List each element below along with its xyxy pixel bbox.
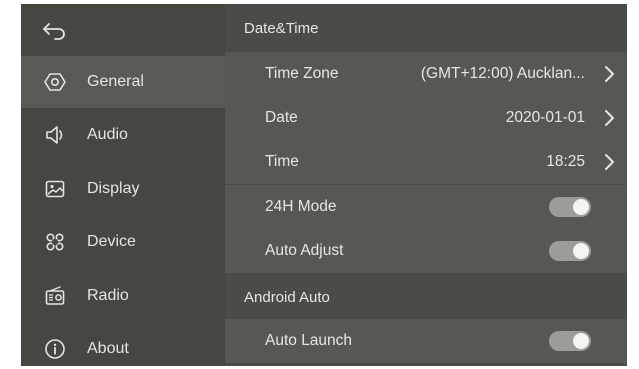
sidebar-item-general[interactable]: General — [21, 56, 225, 108]
time-zone-value: (GMT+12:00) Aucklan... — [420, 65, 585, 82]
toggle-knob — [573, 199, 589, 215]
row-label: Time Zone — [265, 65, 339, 82]
sidebar: General Audio Display Device Radio About — [21, 4, 225, 366]
info-icon — [43, 337, 67, 361]
sidebar-item-about[interactable]: About — [21, 323, 225, 366]
24h-mode-row: 24H Mode — [225, 185, 627, 229]
command-key-icon — [43, 230, 67, 254]
toggle-knob — [573, 333, 589, 349]
auto-adjust-row: Auto Adjust — [225, 229, 627, 273]
picture-icon — [43, 177, 67, 201]
date-row[interactable]: Date 2020-01-01 — [225, 96, 627, 140]
section-title: Date&Time — [244, 19, 319, 37]
row-label: 24H Mode — [265, 198, 337, 215]
auto-adjust-toggle[interactable] — [549, 241, 591, 261]
sidebar-item-label: Radio — [87, 287, 129, 304]
sidebar-item-radio[interactable]: Radio — [21, 270, 225, 322]
back-arrow-icon — [43, 23, 65, 40]
settings-content: Date&Time Time Zone (GMT+12:00) Aucklan.… — [225, 4, 627, 366]
row-label: Auto Adjust — [265, 242, 344, 259]
settings-screen: General Audio Display Device Radio About… — [21, 4, 627, 366]
back-button[interactable] — [39, 18, 71, 44]
auto-launch-row: Auto Launch — [225, 319, 627, 363]
row-label: Time — [265, 153, 299, 170]
radio-icon — [43, 284, 67, 308]
speaker-icon — [43, 123, 67, 147]
row-label: Auto Launch — [265, 332, 353, 349]
24h-mode-toggle[interactable] — [549, 197, 591, 217]
sidebar-item-label: Audio — [87, 126, 128, 143]
auto-launch-toggle[interactable] — [549, 331, 591, 351]
hexagon-settings-icon — [43, 70, 67, 94]
sidebar-item-audio[interactable]: Audio — [21, 109, 225, 161]
chevron-right-icon — [601, 152, 617, 172]
row-label: Date — [265, 109, 298, 126]
time-value: 18:25 — [546, 153, 585, 170]
date-value: 2020-01-01 — [505, 109, 585, 126]
sidebar-item-display[interactable]: Display — [21, 163, 225, 215]
time-row[interactable]: Time 18:25 — [225, 140, 627, 184]
time-zone-row[interactable]: Time Zone (GMT+12:00) Aucklan... — [225, 52, 627, 96]
sidebar-item-label: About — [87, 340, 129, 357]
sidebar-item-label: General — [87, 73, 144, 90]
sidebar-item-label: Display — [87, 180, 140, 197]
section-title: Android Auto — [244, 288, 330, 306]
sidebar-item-label: Device — [87, 233, 136, 250]
chevron-right-icon — [601, 108, 617, 128]
section-header-date-time: Date&Time — [225, 6, 627, 50]
section-header-android-auto: Android Auto — [225, 275, 627, 319]
sidebar-item-device[interactable]: Device — [21, 216, 225, 268]
toggle-knob — [573, 243, 589, 259]
chevron-right-icon — [601, 64, 617, 84]
